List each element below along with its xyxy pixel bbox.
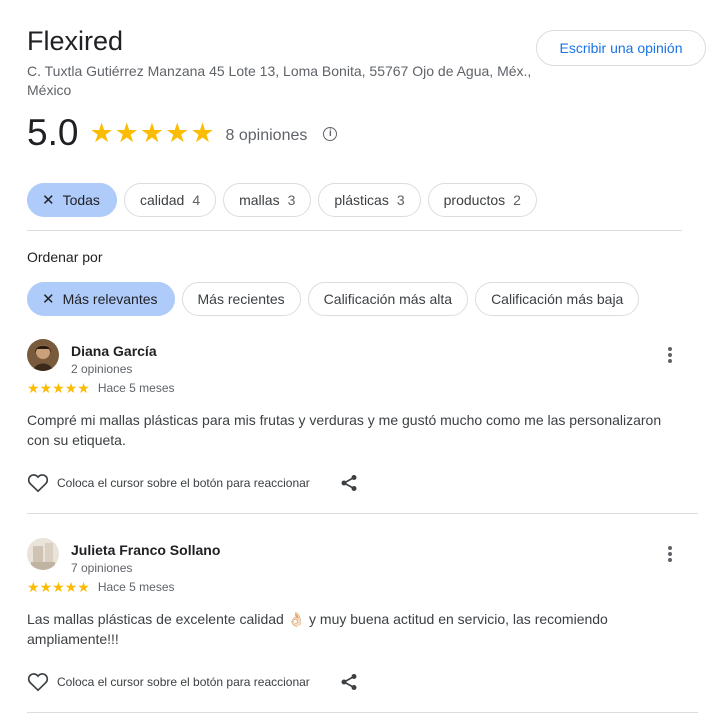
chip-label: mallas — [239, 192, 280, 208]
star-icon: ★ — [77, 579, 90, 595]
review-time: Hace 5 meses — [97, 580, 175, 594]
sort-chip-recientes[interactable]: Más recientes — [181, 282, 301, 316]
avatar[interactable] — [27, 339, 59, 371]
rating-stars: ★ ★ ★ ★ ★ — [89, 117, 215, 148]
share-icon[interactable] — [340, 474, 358, 492]
star-icon: ★ — [165, 117, 190, 148]
divider — [27, 712, 698, 713]
sort-chip-mas-baja[interactable]: Calificación más baja — [475, 282, 640, 316]
chip-label: Calificación más baja — [491, 291, 624, 307]
star-icon: ★ — [89, 117, 114, 148]
chip-label: plásticas — [334, 192, 389, 208]
reviewer-review-count: 7 opiniones — [71, 561, 133, 575]
review-rating: ★ ★ ★ ★ ★ Hace 5 meses — [27, 580, 175, 594]
react-hint: Coloca el cursor sobre el botón para rea… — [57, 675, 310, 689]
close-icon: ✕ — [42, 192, 55, 209]
share-icon[interactable] — [340, 673, 358, 691]
divider — [27, 513, 698, 514]
close-icon: ✕ — [42, 291, 55, 308]
filter-chip-plasticas[interactable]: plásticas 3 — [318, 183, 421, 217]
review-text: Compré mi mallas plásticas para mis frut… — [27, 412, 662, 448]
star-icon: ★ — [27, 579, 40, 595]
sort-chip-mas-alta[interactable]: Calificación más alta — [307, 282, 469, 316]
chip-count: 4 — [192, 192, 201, 208]
review-time: Hace 5 meses — [97, 381, 175, 395]
avatar[interactable] — [27, 538, 59, 570]
chip-count: 3 — [396, 192, 405, 208]
filter-chips: ✕ Todas calidad 4 mallas 3 plásticas 3 p… — [27, 183, 544, 217]
rating-summary: 5.0 ★ ★ ★ ★ ★ 8 opiniones i — [27, 112, 338, 154]
review-count: 8 opiniones — [225, 127, 308, 144]
filter-chip-calidad[interactable]: calidad 4 — [123, 183, 217, 217]
more-options-icon[interactable] — [662, 343, 678, 367]
chip-count: 2 — [513, 192, 521, 208]
business-address: C. Tuxtla Gutiérrez Manzana 45 Lote 13, … — [27, 63, 532, 98]
review-text: Las mallas plásticas de excelente calida… — [27, 611, 608, 647]
sort-chip-relevantes[interactable]: ✕ Más relevantes — [27, 282, 175, 316]
review-rating: ★ ★ ★ ★ ★ Hace 5 meses — [27, 381, 175, 395]
chip-label: Todas — [62, 192, 100, 208]
chip-label: Calificación más alta — [323, 291, 453, 307]
heart-icon[interactable] — [27, 672, 49, 692]
sort-chips: ✕ Más relevantes Más recientes Calificac… — [27, 282, 646, 316]
sort-label: Ordenar por — [27, 249, 103, 265]
chip-label: Más recientes — [197, 291, 285, 307]
heart-icon[interactable] — [27, 473, 49, 493]
filter-chip-todas[interactable]: ✕ Todas — [27, 183, 117, 217]
chip-label: calidad — [139, 192, 185, 208]
star-icon: ★ — [52, 380, 65, 396]
reviewer-name[interactable]: Julieta Franco Sollano — [71, 542, 220, 558]
star-icon: ★ — [114, 117, 139, 148]
star-icon: ★ — [139, 117, 165, 148]
write-review-button[interactable]: Escribir una opinión — [536, 30, 706, 66]
filter-chip-productos[interactable]: productos 2 — [427, 183, 537, 217]
chip-label: productos — [443, 192, 506, 208]
rating-value: 5.0 — [27, 112, 79, 153]
info-icon[interactable]: i — [323, 127, 338, 141]
reviewer-name[interactable]: Diana García — [71, 343, 157, 359]
star-icon: ★ — [190, 117, 215, 148]
filter-chip-mallas[interactable]: mallas 3 — [223, 183, 312, 217]
star-icon: ★ — [39, 380, 53, 396]
divider — [27, 230, 682, 231]
star-icon: ★ — [39, 579, 53, 595]
chip-count: 3 — [287, 192, 296, 208]
business-name: Flexired — [27, 26, 124, 56]
star-icon: ★ — [27, 380, 40, 396]
more-options-icon[interactable] — [662, 542, 678, 566]
review-actions: Coloca el cursor sobre el botón para rea… — [27, 672, 358, 692]
chip-label: Más relevantes — [62, 291, 158, 307]
reviewer-review-count: 2 opiniones — [71, 362, 133, 376]
star-icon: ★ — [64, 579, 78, 595]
review-actions: Coloca el cursor sobre el botón para rea… — [27, 473, 358, 493]
react-hint: Coloca el cursor sobre el botón para rea… — [57, 476, 310, 490]
star-icon: ★ — [52, 579, 65, 595]
star-icon: ★ — [64, 380, 78, 396]
star-icon: ★ — [77, 380, 90, 396]
